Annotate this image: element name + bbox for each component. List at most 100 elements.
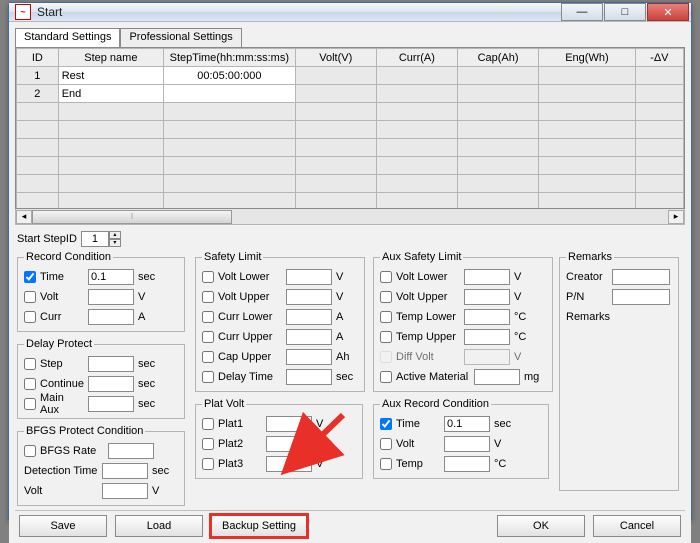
safety-currupper-check[interactable] — [202, 331, 214, 343]
delay-step-check[interactable] — [24, 358, 36, 370]
bfgs-rate-input[interactable] — [108, 443, 154, 459]
safety-voltlower-input[interactable] — [286, 269, 332, 285]
safety-currupper-input[interactable] — [286, 329, 332, 345]
bfgs-rate-check[interactable] — [24, 445, 36, 457]
tab-standard-settings[interactable]: Standard Settings — [15, 28, 120, 48]
aux-safety-limit-group: Aux Safety Limit Volt LowerV Volt UpperV… — [373, 251, 553, 392]
delay-mainaux-input[interactable] — [88, 396, 134, 412]
aux-templower-check[interactable] — [380, 311, 392, 323]
col-cap[interactable]: Cap(Ah) — [457, 49, 538, 67]
plat-volt-group: Plat Volt Plat1V Plat2V Plat3V — [195, 398, 363, 479]
safety-delaytime-input[interactable] — [286, 369, 332, 385]
aux-diffvolt-check — [380, 351, 392, 363]
col-step-name[interactable]: Step name — [58, 49, 163, 67]
col-eng[interactable]: Eng(Wh) — [539, 49, 636, 67]
table-row[interactable]: 1 Rest 00:05:00:000 — [17, 67, 684, 85]
auxrec-volt-check[interactable] — [380, 438, 392, 450]
aux-voltlower-input[interactable] — [464, 269, 510, 285]
load-button[interactable]: Load — [115, 515, 203, 537]
safety-voltupper-check[interactable] — [202, 291, 214, 303]
client-area: Standard Settings Professional Settings … — [9, 22, 691, 543]
spin-down-icon[interactable]: ▾ — [109, 239, 121, 247]
safety-delaytime-check[interactable] — [202, 371, 214, 383]
window-title: Start — [37, 5, 560, 19]
scroll-right-icon[interactable]: ▸ — [668, 210, 684, 224]
step-grid[interactable]: ID Step name StepTime(hh:mm:ss:ms) Volt(… — [15, 47, 685, 209]
col-id[interactable]: ID — [17, 49, 59, 67]
delay-continue-check[interactable] — [24, 378, 36, 390]
record-time-check[interactable] — [24, 271, 36, 283]
start-stepid-spinner[interactable]: ▴ ▾ — [81, 231, 121, 247]
record-volt-check[interactable] — [24, 291, 36, 303]
record-condition-group: Record Condition Time sec Volt V — [17, 251, 185, 332]
aux-voltlower-check[interactable] — [380, 271, 392, 283]
cancel-button[interactable]: Cancel — [593, 515, 681, 537]
active-material-input[interactable] — [474, 369, 520, 385]
aux-record-condition-group: Aux Record Condition Timesec VoltV Temp°… — [373, 398, 549, 479]
bfgs-detection-input[interactable] — [102, 463, 148, 479]
spin-up-icon[interactable]: ▴ — [109, 231, 121, 239]
safety-capupper-input[interactable] — [286, 349, 332, 365]
close-button[interactable]: ✕ — [647, 3, 689, 21]
col-step-time[interactable]: StepTime(hh:mm:ss:ms) — [164, 49, 296, 67]
auxrec-time-input[interactable] — [444, 416, 490, 432]
safety-limit-group: Safety Limit Volt LowerV Volt UpperV Cur… — [195, 251, 365, 392]
safety-currlower-input[interactable] — [286, 309, 332, 325]
tab-professional-settings[interactable]: Professional Settings — [120, 28, 241, 48]
auxrec-time-check[interactable] — [380, 418, 392, 430]
scroll-thumb[interactable]: ‖ — [32, 210, 232, 224]
auxrec-volt-input[interactable] — [444, 436, 490, 452]
backup-setting-button[interactable]: Backup Setting — [211, 515, 307, 537]
plat2-check[interactable] — [202, 438, 214, 450]
app-icon: ~ — [15, 4, 31, 20]
aux-voltupper-check[interactable] — [380, 291, 392, 303]
safety-voltupper-input[interactable] — [286, 289, 332, 305]
record-curr-input[interactable] — [88, 309, 134, 325]
start-stepid-input[interactable] — [81, 231, 109, 247]
minimize-button[interactable]: — — [561, 3, 603, 21]
bfgs-protect-group: BFGS Protect Condition BFGS Rate Detecti… — [17, 425, 185, 506]
titlebar[interactable]: ~ Start — □ ✕ — [9, 3, 691, 22]
table-row[interactable]: 2 End — [17, 85, 684, 103]
grid-hscrollbar[interactable]: ◂ ‖ ▸ — [15, 209, 685, 225]
plat3-check[interactable] — [202, 458, 214, 470]
col-volt[interactable]: Volt(V) — [295, 49, 376, 67]
safety-voltlower-check[interactable] — [202, 271, 214, 283]
pn-input[interactable] — [612, 289, 670, 305]
aux-diffvolt-input — [464, 349, 510, 365]
active-material-check[interactable] — [380, 371, 392, 383]
plat3-input[interactable] — [266, 456, 312, 472]
ok-button[interactable]: OK — [497, 515, 585, 537]
col-dv[interactable]: -ΔV — [635, 49, 683, 67]
record-time-input[interactable] — [88, 269, 134, 285]
aux-voltupper-input[interactable] — [464, 289, 510, 305]
app-window: ~ Start — □ ✕ Standard Settings Professi… — [8, 2, 692, 520]
aux-templower-input[interactable] — [464, 309, 510, 325]
col-curr[interactable]: Curr(A) — [376, 49, 457, 67]
settings-panels: Start StepID ▴ ▾ Record Condition — [15, 225, 685, 510]
tabstrip: Standard Settings Professional Settings — [15, 28, 685, 48]
record-volt-input[interactable] — [88, 289, 134, 305]
start-stepid-label: Start StepID — [17, 233, 77, 245]
delay-mainaux-check[interactable] — [24, 398, 36, 410]
delay-continue-input[interactable] — [88, 376, 134, 392]
button-bar: Save Load Backup Setting OK Cancel — [15, 510, 685, 541]
grid-header-row: ID Step name StepTime(hh:mm:ss:ms) Volt(… — [17, 49, 684, 67]
maximize-button[interactable]: □ — [604, 3, 646, 21]
creator-input[interactable] — [612, 269, 670, 285]
auxrec-temp-input[interactable] — [444, 456, 490, 472]
safety-currlower-check[interactable] — [202, 311, 214, 323]
remarks-group: Remarks Creator P/N Remarks — [559, 251, 679, 491]
auxrec-temp-check[interactable] — [380, 458, 392, 470]
scroll-left-icon[interactable]: ◂ — [16, 210, 32, 224]
aux-tempupper-check[interactable] — [380, 331, 392, 343]
plat1-check[interactable] — [202, 418, 214, 430]
plat2-input[interactable] — [266, 436, 312, 452]
record-curr-check[interactable] — [24, 311, 36, 323]
delay-step-input[interactable] — [88, 356, 134, 372]
aux-tempupper-input[interactable] — [464, 329, 510, 345]
plat1-input[interactable] — [266, 416, 312, 432]
bfgs-volt-input[interactable] — [102, 483, 148, 499]
safety-capupper-check[interactable] — [202, 351, 214, 363]
save-button[interactable]: Save — [19, 515, 107, 537]
